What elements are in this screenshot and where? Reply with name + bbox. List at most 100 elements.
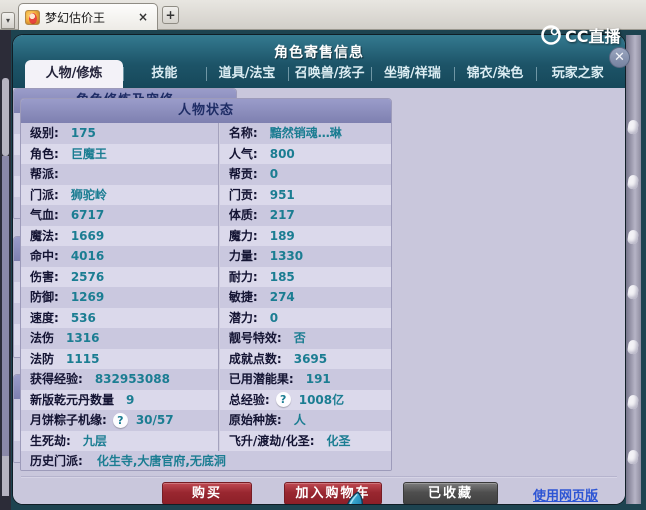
stat-value: 217 bbox=[269, 208, 295, 222]
stat-value: 1669 bbox=[70, 228, 105, 243]
stat-label: 伤害: bbox=[30, 269, 59, 284]
stat-row: 已用潜能果: ? 191 bbox=[219, 369, 391, 390]
stat-row: 命中: ? 4016 bbox=[21, 246, 218, 267]
stat-value: 狮驼岭 bbox=[70, 187, 107, 202]
dialog-title: 角色寄售信息 bbox=[274, 45, 364, 61]
stat-label: 门贡: bbox=[228, 187, 258, 202]
stat-label: 力量: bbox=[228, 249, 258, 263]
stat-value: 1008亿 bbox=[298, 392, 345, 407]
stat-value: 832953088 bbox=[94, 372, 170, 386]
decor-claw-icon bbox=[627, 449, 639, 465]
browser-tab[interactable]: 梦幻估价王 × bbox=[18, 3, 158, 30]
dialog-tab[interactable]: 锦衣/染色 bbox=[453, 60, 537, 88]
tab-favicon-icon bbox=[25, 9, 40, 25]
dialog-content: 人物状态 级别: ? 175 bbox=[13, 88, 625, 504]
stat-row: 敏捷: ? 274 bbox=[219, 287, 391, 308]
stat-value: 175 bbox=[70, 126, 96, 140]
panel-character-status: 人物状态 级别: ? 175 bbox=[20, 98, 392, 471]
stat-value: 1269 bbox=[70, 290, 105, 304]
stat-row: 成就点数: ? 3695 bbox=[219, 348, 391, 369]
stat-value: 6717 bbox=[70, 208, 105, 222]
stat-value: 1330 bbox=[269, 249, 304, 263]
screen: ▾ 梦幻估价王 × + 角色寄售信息 人物/修炼 技能 道具/法宝 召唤兽/孩子… bbox=[0, 0, 646, 510]
stat-row: 体质: ? 217 bbox=[219, 205, 391, 226]
stat-row: 总经验: ? 1008亿 bbox=[219, 389, 391, 410]
stat-row: 耐力: ? 185 bbox=[219, 266, 391, 287]
stat-value: 0 bbox=[269, 310, 279, 325]
stat-row: 靓号特效: ? 否 bbox=[219, 328, 391, 349]
stat-label: 气血: bbox=[30, 208, 59, 222]
decor-claw-icon bbox=[627, 119, 639, 135]
stat-row: 飞升/渡劫/化圣: ? 化圣 bbox=[219, 430, 391, 451]
stat-value: 否 bbox=[293, 331, 306, 345]
stat-row: 名称: ? 黯然销魂…琳 bbox=[219, 123, 391, 144]
stat-row: 魔法: ? 1669 bbox=[21, 225, 218, 246]
panel-header-status: 人物状态 bbox=[21, 99, 391, 123]
stat-value: 2576 bbox=[70, 269, 105, 284]
stat-row: 级别: ? 175 bbox=[21, 123, 218, 144]
dialog-tab[interactable]: 召唤兽/孩子 bbox=[288, 60, 371, 88]
dialog-tab[interactable]: 技能 bbox=[123, 60, 206, 88]
stat-row: 法防 ? 1115 bbox=[21, 348, 218, 369]
stat-row: 角色: ? 巨魔王 bbox=[21, 143, 218, 164]
stat-row: 获得经验: ? 832953088 bbox=[21, 369, 218, 390]
stat-label: 门派: bbox=[30, 187, 59, 202]
dialog-tab-label: 坐骑/祥瑞 bbox=[383, 66, 441, 81]
stat-value: 化圣 bbox=[326, 433, 351, 448]
tab-title: 梦幻估价王 bbox=[45, 10, 106, 25]
tab-list-dropdown-button[interactable]: ▾ bbox=[1, 12, 15, 29]
dialog-tab[interactable]: 人物/修炼 bbox=[25, 60, 123, 88]
stat-value: 4016 bbox=[70, 249, 105, 263]
stat-row: 帮派: ? bbox=[21, 164, 218, 185]
decor-claw-icon bbox=[627, 394, 639, 410]
stat-row: 速度: ? 536 bbox=[21, 307, 218, 328]
dialog-tab[interactable]: 坐骑/祥瑞 bbox=[371, 60, 454, 88]
status-right-column: 名称: ? 黯然销魂…琳 人气: ? 800 bbox=[219, 123, 391, 451]
dialog-tab[interactable]: 玩家之家 bbox=[536, 60, 619, 88]
dialog-close-button[interactable]: ✕ bbox=[609, 47, 630, 68]
stat-row: 新版乾元丹数量 ? 9 bbox=[21, 389, 218, 410]
stat-value: 185 bbox=[269, 269, 295, 284]
stat-row: 气血: ? 6717 bbox=[21, 205, 218, 226]
stat-label: 角色: bbox=[30, 146, 59, 161]
tab-close-icon[interactable]: × bbox=[135, 10, 151, 24]
dialog-tab[interactable]: 道具/法宝 bbox=[205, 60, 289, 88]
right-edge-scrollbar bbox=[626, 35, 641, 504]
stat-value: 巨魔王 bbox=[70, 146, 107, 161]
left-edge-scrollbar bbox=[0, 30, 11, 510]
stat-row: 原始种族: ? 人 bbox=[219, 410, 391, 431]
new-tab-button[interactable]: + bbox=[162, 6, 179, 24]
dialog-tab-label: 玩家之家 bbox=[551, 66, 604, 81]
stat-label: 帮贡: bbox=[228, 167, 258, 181]
stat-value: 黯然销魂…琳 bbox=[269, 126, 342, 140]
stat-label: 法伤 bbox=[30, 331, 55, 345]
web-version-link[interactable]: 使用网页版 bbox=[533, 485, 598, 504]
stat-value: 30/57 bbox=[135, 413, 174, 427]
stat-value: 951 bbox=[269, 187, 295, 202]
stat-row: 伤害: ? 2576 bbox=[21, 266, 218, 287]
favorited-button[interactable]: 已收藏 bbox=[403, 482, 498, 504]
stat-row: 防御: ? 1269 bbox=[21, 287, 218, 308]
stat-value: 1115 bbox=[66, 351, 100, 366]
help-icon[interactable]: ? bbox=[112, 412, 128, 428]
stat-row: 潜力: ? 0 bbox=[219, 307, 391, 328]
stat-label: 飞升/渡劫/化圣: bbox=[228, 433, 315, 448]
stat-value: 191 bbox=[305, 372, 331, 386]
stat-row: 月饼粽子机缘: ? 30/57 bbox=[21, 410, 218, 431]
buy-button[interactable]: 购买 bbox=[162, 482, 252, 504]
stat-value: 274 bbox=[269, 290, 295, 304]
stat-row: 魔力: ? 189 bbox=[219, 225, 391, 246]
stat-row: 人气: ? 800 bbox=[219, 143, 391, 164]
stat-row: 力量: ? 1330 bbox=[219, 246, 391, 267]
stat-value: 化生寺,大唐官府,无底洞 bbox=[96, 454, 226, 468]
stat-label: 原始种族: bbox=[228, 413, 282, 427]
stat-value: 人 bbox=[293, 413, 306, 427]
stat-label: 历史门派: bbox=[30, 454, 83, 468]
add-to-cart-button[interactable]: 加入购物车 bbox=[284, 482, 382, 504]
help-icon[interactable]: ? bbox=[275, 392, 291, 408]
stat-label: 敏捷: bbox=[228, 290, 258, 304]
dialog-tab-bar: 人物/修炼 技能 道具/法宝 召唤兽/孩子 坐骑/祥瑞 锦衣/染色 玩家之家 bbox=[25, 60, 619, 88]
decor-claw-icon bbox=[627, 174, 639, 190]
decor-claw-icon bbox=[627, 284, 639, 300]
stat-value: 9 bbox=[126, 392, 135, 407]
